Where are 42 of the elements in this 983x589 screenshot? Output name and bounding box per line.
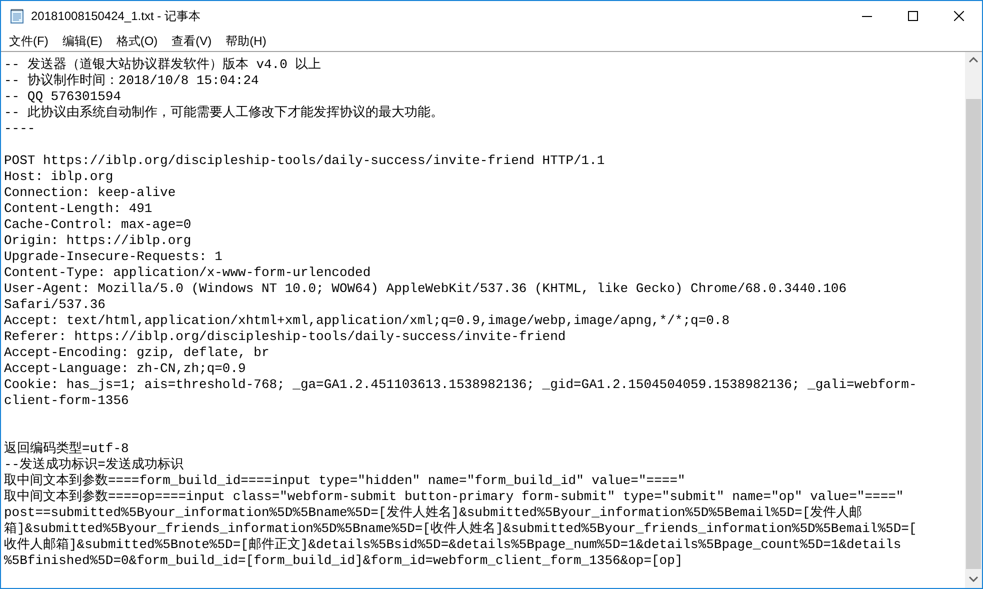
menu-item[interactable]: 编辑(E) bbox=[55, 31, 110, 51]
text-line: client-form-1356 bbox=[4, 393, 129, 409]
text-line: Host: iblp.org bbox=[4, 169, 114, 185]
text-line: User-Agent: Mozilla/5.0 (Windows NT 10.0; WOW64) AppleWebKit/537.36 (KHTML, like Gecko) Chrome/68.0.3440.106 bbox=[4, 281, 847, 297]
text-line: Upgrade-Insecure-Requests: 1 bbox=[4, 249, 222, 265]
maximize-icon bbox=[908, 11, 918, 21]
menu-item[interactable]: 文件(F) bbox=[2, 31, 56, 51]
text-line: Accept-Language: zh-CN,zh;q=0.9 bbox=[4, 361, 246, 377]
text-line: Accept-Encoding: gzip, deflate, br bbox=[4, 345, 270, 361]
text-line: post==submitted%5Byour_information%5D%5Bname%5D=[发件人姓名]&submitted%5Byour_information%5D%5Bemail%5D=[发件人邮 bbox=[4, 505, 862, 521]
text-line: %5Bfinished%5D=0&form_build_id=[form_build_id]&form_id=webform_client_form_1356&op=[op] bbox=[4, 553, 683, 569]
text-line: 取中间文本到参数====op====input class="webform-submit button-primary form-submit" type="submit" name="op" value="====" bbox=[4, 489, 904, 505]
text-line: POST https://iblp.org/discipleship-tools/daily-success/invite-friend HTTP/1.1 bbox=[4, 153, 605, 169]
text-line: 取中间文本到参数====form_build_id====input type="hidden" name="form_build_id" value="====" bbox=[4, 473, 686, 489]
text-line: Connection: keep-alive bbox=[4, 185, 176, 201]
scrollbar[interactable] bbox=[965, 52, 982, 588]
text-line: -- 协议制作时间：2018/10/8 15:04:24 bbox=[4, 73, 259, 89]
text-line: 返回编码类型=utf-8 bbox=[4, 441, 129, 457]
text-line: Referer: https://iblp.org/discipleship-tools/daily-success/invite-friend bbox=[4, 329, 566, 345]
text-line: Origin: https://iblp.org bbox=[4, 233, 192, 249]
text-line: ---- bbox=[4, 121, 36, 137]
text-line: Cookie: has_js=1; ais=threshold-768; _ga=GA1.2.451103613.1538982136; _gid=GA1.2.1504504059.1538982136; _gali=webform- bbox=[4, 377, 917, 393]
text-line: 箱]&submitted%5Byour_friends_information%5D%5Bname%5D=[收件人姓名]&submitted%5Byour_friends_information%5D%5Bemail%5D=[ bbox=[4, 521, 917, 537]
menu-item[interactable]: 帮助(H) bbox=[218, 31, 274, 51]
window-title: 20181008150424_1.txt - 记事本 bbox=[31, 8, 200, 25]
scroll-down-icon[interactable] bbox=[969, 576, 978, 582]
menu-item[interactable]: 格式(O) bbox=[109, 31, 165, 51]
notepad-icon bbox=[9, 8, 25, 24]
text-line: -- 此协议由系统自动制作，可能需要人工修改下才能发挥协议的最大功能。 bbox=[4, 105, 444, 121]
scroll-up-icon[interactable] bbox=[969, 57, 978, 63]
text-line: Accept: text/html,application/xhtml+xml,application/xml;q=0.9,image/webp,image/apng,*/*;q=0.8 bbox=[4, 313, 730, 329]
close-icon bbox=[954, 11, 964, 21]
text-line: Content-Type: application/x-www-form-urlencoded bbox=[4, 265, 371, 281]
text-line: 收件人邮箱]&submitted%5Bnote%5D=[邮件正文]&details%5Bsid%5D=&details%5Bpage_num%5D=1&details%5Bpage_count%5D=1&details bbox=[4, 537, 902, 553]
scrollbar-thumb[interactable] bbox=[966, 99, 981, 569]
text-line: Safari/537.36 bbox=[4, 297, 106, 313]
text-line: -- QQ 576301594 bbox=[4, 89, 122, 105]
menu-item[interactable]: 查看(V) bbox=[164, 31, 219, 51]
text-line: -- 发送器（道银大站协议群发软件）版本 v4.0 以上 bbox=[4, 57, 322, 73]
text-line: Cache-Control: max-age=0 bbox=[4, 217, 192, 233]
text-line: --发送成功标识=发送成功标识 bbox=[4, 457, 184, 473]
text-line: Content-Length: 491 bbox=[4, 201, 152, 217]
